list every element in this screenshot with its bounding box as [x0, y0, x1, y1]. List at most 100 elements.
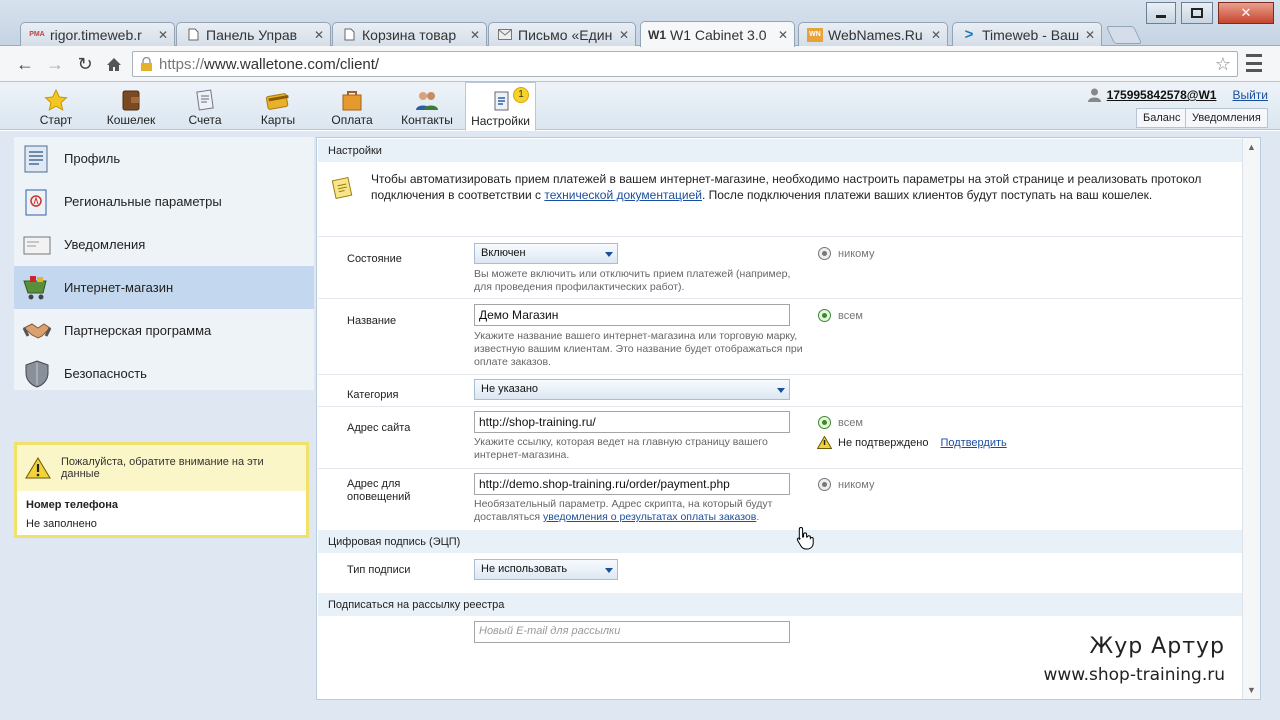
chevron-down-icon	[777, 388, 785, 393]
signature-type-select[interactable]: Не использовать	[474, 559, 618, 580]
nav-payment[interactable]: Оплата	[328, 82, 376, 130]
nav-label: Кошелек	[106, 113, 156, 127]
scroll-down-icon[interactable]: ▼	[1247, 685, 1256, 695]
tab-timeweb[interactable]: > Timeweb - Ваш ✕	[952, 22, 1102, 46]
shield-icon	[25, 359, 49, 388]
lock-warning-icon	[141, 57, 152, 71]
nav-label: Настройки	[471, 114, 530, 128]
state-select[interactable]: Включен	[474, 243, 618, 264]
eye-green-icon	[818, 416, 831, 429]
nav-contacts[interactable]: Контакты	[398, 82, 456, 130]
notify-url-input[interactable]: http://demo.shop-training.ru/order/payme…	[474, 473, 790, 495]
notifications-button[interactable]: Уведомления	[1185, 108, 1268, 128]
panel-scrollbar[interactable]: ▲ ▼	[1242, 138, 1260, 699]
tab-close-icon[interactable]: ✕	[778, 28, 788, 42]
notifications-icon	[23, 236, 51, 254]
nav-invoices[interactable]: Счета	[180, 82, 230, 130]
sidebar-item-profile[interactable]: Профиль	[14, 137, 314, 180]
sidebar-item-notifications[interactable]: Уведомления	[14, 223, 314, 266]
tab-close-icon[interactable]: ✕	[619, 28, 629, 42]
tab-title: Панель Управ	[206, 26, 298, 43]
divider	[318, 236, 1242, 237]
sidebar-item-shop[interactable]: Интернет-магазин	[14, 266, 314, 309]
notepad-icon	[331, 176, 353, 199]
tab-close-icon[interactable]: ✕	[314, 28, 324, 42]
site-visibility[interactable]: всем	[817, 416, 863, 429]
nav-label: Счета	[188, 113, 222, 127]
tab-mail[interactable]: Письмо «Един ✕	[488, 22, 636, 46]
name-label: Название	[347, 315, 397, 327]
address-bar[interactable]: https://www.walletone.com/client/ ☆	[132, 51, 1238, 77]
sidebar-item-security[interactable]: Безопасность	[14, 352, 314, 395]
state-select-value: Включен	[481, 247, 526, 259]
signature-type-label: Тип подписи	[347, 564, 411, 576]
tab-close-icon[interactable]: ✕	[1085, 28, 1095, 42]
name-visibility[interactable]: всем	[817, 309, 863, 322]
forward-button[interactable]: →	[44, 53, 66, 75]
maximize-button[interactable]	[1181, 2, 1213, 24]
tab-w1-cabinet[interactable]: W1 W1 Cabinet 3.0 ✕	[640, 21, 795, 47]
name-visibility-label: всем	[838, 309, 863, 322]
subscribe-email-input[interactable]: Новый E-mail для рассылки	[474, 621, 790, 643]
tab-close-icon[interactable]: ✕	[470, 28, 480, 42]
notice-field-value: Не заполнено	[26, 518, 97, 530]
sidebar-item-partner[interactable]: Партнерская программа	[14, 309, 314, 352]
category-select[interactable]: Не указано	[474, 379, 790, 400]
user-id-link[interactable]: 175995842578@W1	[1107, 88, 1217, 102]
settings-section-header: Настройки	[318, 139, 1242, 162]
nav-wallet[interactable]: Кошелек	[104, 82, 158, 130]
site-status-text: Не подтверждено	[838, 436, 929, 449]
handshake-icon	[22, 322, 52, 339]
tab-cart[interactable]: Корзина товар ✕	[332, 22, 487, 46]
new-tab-button[interactable]	[1105, 26, 1143, 44]
cards-icon	[265, 93, 289, 110]
sidebar-item-label: Безопасность	[64, 366, 147, 381]
home-button[interactable]	[103, 53, 125, 75]
browser-toolbar: ← → ↻ https://www.walletone.com/client/ …	[0, 46, 1280, 82]
logout-link[interactable]: Выйти	[1232, 88, 1268, 102]
notify-visibility[interactable]: никому	[817, 478, 874, 491]
state-visibility[interactable]: никому	[817, 247, 874, 260]
tab-close-icon[interactable]: ✕	[158, 28, 168, 42]
bookmark-star-icon[interactable]: ☆	[1215, 54, 1231, 75]
state-label: Состояние	[347, 253, 402, 265]
notify-visibility-label: никому	[838, 478, 875, 491]
site-url-input[interactable]: http://shop-training.ru/	[474, 411, 790, 433]
tab-panel[interactable]: Панель Управ ✕	[176, 22, 331, 46]
tech-docs-link[interactable]: технической документацией	[544, 188, 702, 202]
nav-start[interactable]: Старт	[30, 82, 82, 130]
close-window-button[interactable]: ✕	[1218, 2, 1274, 24]
back-button[interactable]: ←	[14, 53, 36, 75]
attention-notice: Пожалуйста, обратите внимание на эти дан…	[14, 442, 309, 538]
nav-label: Контакты	[401, 113, 453, 127]
sidebar-item-label: Уведомления	[64, 237, 146, 252]
confirm-site-link[interactable]: Подтвердить	[940, 437, 1006, 449]
tab-webnames[interactable]: WN WebNames.Ru ✕	[798, 22, 948, 46]
site-label: Адрес сайта	[347, 422, 411, 434]
browser-tab-strip: РМА rigor.timeweb.r ✕ Панель Управ ✕ Кор…	[0, 0, 1280, 47]
minimize-button[interactable]	[1146, 2, 1176, 24]
sidebar-item-label: Партнерская программа	[64, 323, 212, 338]
nav-cards[interactable]: Карты	[254, 82, 302, 130]
tab-title: WebNames.Ru	[828, 26, 923, 43]
browser-menu-icon[interactable]	[1246, 54, 1262, 72]
nav-label: Оплата	[331, 113, 373, 127]
scroll-up-icon[interactable]: ▲	[1247, 142, 1256, 152]
tab-close-icon[interactable]: ✕	[931, 28, 941, 42]
user-panel: 175995842578@W1 Выйти	[1087, 88, 1268, 102]
category-select-value: Не указано	[481, 383, 539, 395]
settings-notification-badge: 1	[513, 87, 529, 103]
payment-notifications-link[interactable]: уведомления о результатах оплаты заказов	[543, 511, 756, 523]
warning-icon	[25, 457, 51, 479]
eye-gray-icon	[818, 478, 831, 491]
category-label: Категория	[347, 389, 399, 401]
arrow-right-icon: →	[46, 53, 64, 74]
tab-rigor[interactable]: РМА rigor.timeweb.r ✕	[20, 22, 175, 46]
balance-button[interactable]: Баланс	[1136, 108, 1188, 128]
author-watermark: Жур Артур www.shop-training.ru	[1043, 634, 1225, 685]
shop-name-input[interactable]: Демо Магазин	[474, 304, 790, 326]
url-scheme: https://	[159, 55, 205, 73]
reload-button[interactable]: ↻	[74, 53, 96, 75]
nav-settings[interactable]: Настройки 1	[465, 82, 536, 131]
sidebar-item-regional[interactable]: Региональные параметры	[14, 180, 314, 223]
